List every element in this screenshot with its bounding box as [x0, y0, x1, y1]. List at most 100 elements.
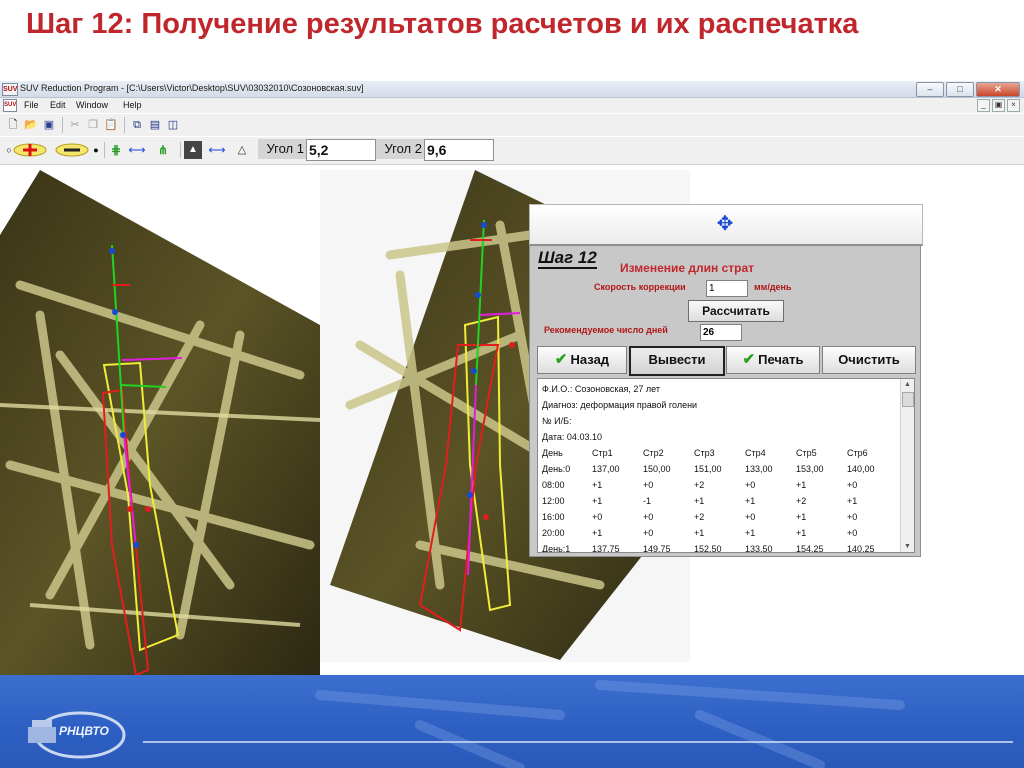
paste-icon[interactable]: 📋 [104, 118, 118, 132]
step-label: Шаг 12 [538, 248, 597, 269]
table-cell: +1 [796, 480, 807, 490]
output-button-label: Вывести [648, 352, 706, 367]
table-row: 08:00 +1 +0 +2 +0 +1 +0 [542, 477, 898, 493]
table-cell: 137,00 [592, 464, 620, 474]
table-row: День:0 137,00 150,00 151,00 133,00 153,00 140,… [542, 461, 898, 477]
zoom-in-icon[interactable] [12, 142, 48, 160]
angle1-input[interactable]: 5,2 [306, 139, 376, 161]
report-date: Дата: 04.03.10 [542, 432, 602, 442]
check-icon: ✔ [742, 351, 756, 368]
table-cell: 08:00 [542, 480, 565, 490]
menu-help[interactable]: Help [123, 100, 142, 110]
table-cell: 133,00 [745, 464, 773, 474]
window-title: SUV Reduction Program - [C:\Users\Victor… [20, 83, 364, 93]
table-cell: +0 [847, 528, 858, 538]
strut-light-icon[interactable]: △ [232, 141, 252, 159]
column-header: Стр6 [847, 448, 868, 458]
menu-bar: SUV File Edit Window Help _ ▣ × [0, 98, 1024, 113]
tools-toolbar: ○ ● ⋕ ⟷ ⋔ ▲ ⟷ △ Угол 1 5,2 Угол 2 9,6 [0, 137, 1024, 165]
print-button[interactable]: ✔ Печать [726, 346, 820, 374]
speed-label: Скорость коррекции [594, 282, 686, 292]
table-cell: +1 [694, 528, 705, 538]
panel-header[interactable]: ✥ [529, 204, 923, 246]
tile-vertical-icon[interactable]: ◫ [166, 118, 180, 132]
close-icon[interactable]: ✕ [976, 82, 1020, 97]
move-strut-icon[interactable]: ⟷ [204, 141, 230, 159]
maximize-icon[interactable]: □ [946, 82, 974, 97]
document-icon[interactable]: SUV [3, 99, 17, 112]
scroll-thumb[interactable] [902, 392, 914, 407]
clear-button[interactable]: Очистить [822, 346, 916, 374]
report-scrollbar[interactable]: ▲ ▼ [900, 379, 914, 552]
scroll-down-icon[interactable]: ▼ [901, 541, 914, 552]
table-cell: +0 [643, 528, 654, 538]
xray-left [0, 170, 320, 675]
table-cell: +2 [694, 512, 705, 522]
output-button[interactable]: Вывести [629, 346, 725, 376]
table-cell: 20:00 [542, 528, 565, 538]
report-header-row: День Стр1 Стр2 Стр3 Стр4 Стр5 Стр6 [542, 445, 898, 461]
toolbar-separator [124, 117, 125, 133]
report-content: Ф.И.О.: Созоновская, 27 лет Диагноз: деф… [542, 381, 898, 553]
table-cell: 149,75 [643, 544, 671, 553]
table-row: День:1 137,75 149,75 152,50 133,50 154,25 140,… [542, 541, 898, 553]
table-cell: +1 [592, 480, 603, 490]
open-folder-icon[interactable]: 📂 [24, 118, 38, 132]
menu-edit[interactable]: Edit [50, 100, 66, 110]
speed-input[interactable]: 1 [706, 280, 748, 297]
copy-icon[interactable]: ❐ [86, 118, 100, 132]
report-fio: Ф.И.О.: Созоновская, 27 лет [542, 384, 661, 394]
table-cell: День:1 [542, 544, 571, 553]
main-toolbar: 🗋 📂 ▣ ✂ ❐ 📋 ⧉ ▤ ◫ [0, 114, 1024, 136]
table-cell: +0 [847, 512, 858, 522]
table-cell: 150,00 [643, 464, 671, 474]
cascade-windows-icon[interactable]: ⧉ [130, 118, 144, 132]
menu-file[interactable]: File [24, 100, 39, 110]
step-panel: Шаг 12 Изменение длин страт Скорость кор… [529, 245, 921, 557]
radio-zoom-out[interactable]: ● [90, 141, 102, 159]
new-file-icon[interactable]: 🗋 [6, 118, 20, 132]
move-axis-icon[interactable]: ⟷ [124, 141, 150, 159]
calculate-button[interactable]: Рассчитать [688, 300, 784, 322]
table-cell: -1 [643, 496, 652, 506]
back-button[interactable]: ✔ Назад [537, 346, 627, 374]
column-header: Стр1 [592, 448, 613, 458]
table-row: 12:00 +1 -1 +1 +1 +2 +1 [542, 493, 898, 509]
days-input[interactable]: 26 [700, 324, 742, 341]
mdi-restore-icon[interactable]: ▣ [992, 99, 1005, 112]
table-cell: +1 [694, 496, 705, 506]
table-row: 16:00 +0 +0 +2 +0 +1 +0 [542, 509, 898, 525]
menu-window[interactable]: Window [76, 100, 108, 110]
angle2-label: Угол 2 [376, 139, 424, 159]
move-icon[interactable]: ✥ [714, 213, 736, 235]
report-textarea[interactable]: Ф.И.О.: Созоновская, 27 лет Диагноз: деф… [537, 378, 915, 553]
table-cell: +1 [745, 528, 756, 538]
toolbar-separator [62, 117, 63, 133]
report-record: № И/Б: [542, 416, 572, 426]
mdi-close-icon[interactable]: × [1007, 99, 1020, 112]
table-cell: +1 [592, 528, 603, 538]
save-icon[interactable]: ▣ [42, 118, 56, 132]
table-cell: 137,75 [592, 544, 620, 553]
mdi-minimize-icon[interactable]: _ [977, 99, 990, 112]
column-header: Стр3 [694, 448, 715, 458]
mdi-controls: _ ▣ × [977, 99, 1020, 112]
table-cell: +1 [847, 496, 858, 506]
strut-dark-icon[interactable]: ▲ [184, 141, 202, 159]
column-header: День [542, 448, 563, 458]
scroll-up-icon[interactable]: ▲ [901, 379, 914, 390]
toolbar-separator [104, 142, 105, 158]
toolbar-separator [180, 142, 181, 158]
tile-horizontal-icon[interactable]: ▤ [148, 118, 162, 132]
minimize-icon[interactable]: – [916, 82, 944, 97]
angle2-input[interactable]: 9,6 [424, 139, 494, 161]
table-cell: +0 [745, 480, 756, 490]
zoom-out-icon[interactable] [54, 142, 90, 160]
footer-decoration [315, 680, 905, 768]
report-diagnosis: Диагноз: деформация правой голени [542, 400, 698, 410]
axis-right-icon[interactable]: ⋔ [150, 141, 176, 159]
angle1-label: Угол 1 [258, 139, 306, 159]
cut-icon[interactable]: ✂ [68, 118, 82, 132]
window-controls: – □ ✕ [916, 82, 1020, 97]
axis-left-icon[interactable]: ⋕ [108, 141, 124, 159]
